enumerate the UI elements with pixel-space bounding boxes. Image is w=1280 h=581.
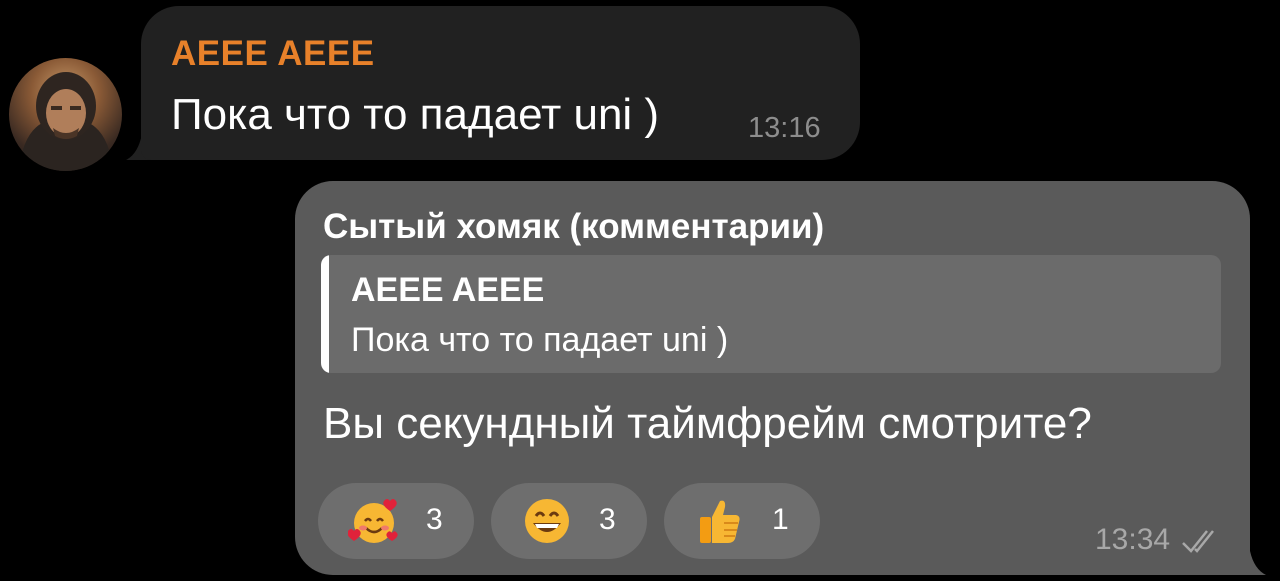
outgoing-message-bubble[interactable]: Сытый хомяк (комментарии) AEEE AEEE Пока…	[295, 181, 1250, 575]
message-sender-name[interactable]: AEEE AEEE	[171, 34, 375, 74]
avatar[interactable]	[9, 58, 122, 171]
message-sender-name[interactable]: Сытый хомяк (комментарии)	[323, 207, 824, 247]
reaction-pill[interactable]: 3	[318, 483, 474, 559]
reaction-count: 3	[599, 503, 616, 536]
message-time: 13:16	[748, 112, 821, 144]
message-text: Пока что то падает uni )	[171, 90, 660, 139]
smiling-face-with-hearts-icon	[348, 499, 398, 543]
reaction-pill[interactable]: 1	[664, 483, 820, 559]
message-text: Вы секундный таймфрейм смотрите?	[323, 399, 1092, 448]
reaction-count: 1	[772, 503, 789, 536]
reaction-pill[interactable]: 3	[491, 483, 647, 559]
thumbs-up-icon	[700, 500, 740, 543]
user-avatar-icon	[19, 72, 113, 171]
quote-accent-bar	[321, 255, 329, 373]
double-check-icon	[1182, 530, 1214, 553]
reaction-count: 3	[426, 503, 443, 536]
incoming-message-bubble[interactable]: AEEE AEEE Пока что то падает uni ) 13:16	[141, 6, 860, 160]
reply-text: Пока что то падает uni )	[351, 321, 729, 359]
reply-quote[interactable]: AEEE AEEE Пока что то падает uni )	[321, 255, 1221, 373]
message-time: 13:34	[1095, 523, 1171, 556]
grinning-face-icon	[525, 499, 569, 543]
reply-sender-name: AEEE AEEE	[351, 271, 545, 309]
